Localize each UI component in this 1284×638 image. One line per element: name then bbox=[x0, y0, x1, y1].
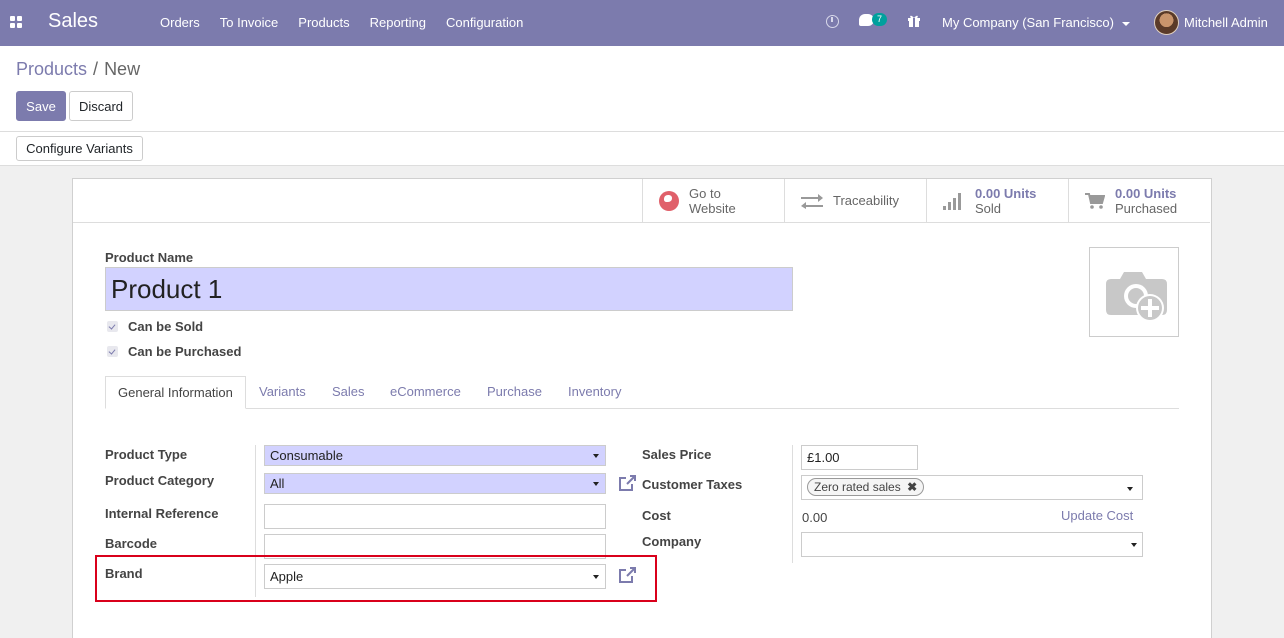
go-to-website-button[interactable]: Go to Website bbox=[642, 179, 784, 223]
activity-clock-icon[interactable] bbox=[826, 15, 839, 28]
caret-down-icon bbox=[1127, 487, 1133, 491]
signal-bars-icon bbox=[943, 192, 965, 210]
field-separator bbox=[792, 445, 793, 563]
product-image-upload[interactable] bbox=[1089, 247, 1179, 337]
company-switcher[interactable]: My Company (San Francisco) bbox=[942, 15, 1130, 30]
exchange-arrows-icon bbox=[801, 193, 823, 209]
tab-general-information[interactable]: General Information bbox=[105, 376, 246, 409]
tab-ecommerce[interactable]: eCommerce bbox=[390, 376, 461, 409]
can-be-sold-checkbox[interactable] bbox=[107, 321, 118, 332]
can-be-purchased-checkbox[interactable] bbox=[107, 346, 118, 357]
menu-to-invoice[interactable]: To Invoice bbox=[220, 15, 279, 30]
tab-inventory[interactable]: Inventory bbox=[568, 376, 621, 409]
globe-icon bbox=[659, 190, 679, 211]
update-cost-link[interactable]: Update Cost bbox=[1061, 508, 1133, 523]
purchased-label: 0.00 Units Purchased bbox=[1115, 186, 1177, 216]
caret-down-icon bbox=[593, 454, 599, 458]
website-line2: Website bbox=[689, 200, 736, 216]
remove-tag-icon[interactable]: ✖ bbox=[907, 480, 917, 494]
caret-down-icon bbox=[1131, 543, 1137, 547]
sales-price-label: Sales Price bbox=[642, 447, 712, 462]
notebook-tabs: General Information Variants Sales eComm… bbox=[105, 376, 1179, 409]
sold-value: 0.00 Units bbox=[975, 185, 1037, 201]
menu-orders[interactable]: Orders bbox=[160, 15, 200, 30]
caret-down-icon bbox=[593, 482, 599, 486]
user-name[interactable]: Mitchell Admin bbox=[1184, 15, 1268, 30]
company-select[interactable] bbox=[801, 532, 1143, 557]
can-be-purchased-label: Can be Purchased bbox=[128, 344, 242, 359]
breadcrumb-current: New bbox=[104, 59, 141, 79]
internal-reference-input[interactable] bbox=[264, 504, 606, 529]
camera-add-icon bbox=[1106, 272, 1167, 322]
top-navbar: Sales Orders To Invoice Products Reporti… bbox=[0, 0, 1284, 46]
sales-price-input[interactable]: £1.00 bbox=[801, 445, 918, 470]
company-name: My Company (San Francisco) bbox=[942, 15, 1114, 30]
breadcrumb-parent[interactable]: Products bbox=[16, 59, 87, 79]
smart-button-box: Go to Website Traceability 0.00 Units So… bbox=[642, 179, 1212, 223]
product-type-label: Product Type bbox=[105, 447, 188, 462]
sold-caption: Sold bbox=[975, 200, 1002, 216]
divider bbox=[0, 131, 1284, 132]
traceability-label: Traceability bbox=[833, 193, 899, 208]
configure-variants-button[interactable]: Configure Variants bbox=[16, 136, 143, 161]
product-category-label: Product Category bbox=[105, 473, 215, 488]
tax-tag: Zero rated sales ✖ bbox=[807, 478, 925, 496]
tab-variants[interactable]: Variants bbox=[259, 376, 306, 409]
discard-button[interactable]: Discard bbox=[69, 91, 133, 121]
menu-reporting[interactable]: Reporting bbox=[370, 15, 426, 30]
apps-menu-icon[interactable] bbox=[10, 16, 23, 29]
website-line1: Go to bbox=[689, 185, 721, 201]
messages-count-badge: 7 bbox=[872, 13, 887, 26]
product-category-value: All bbox=[270, 476, 285, 491]
product-category-select[interactable]: All bbox=[264, 473, 606, 494]
purchased-caption: Purchased bbox=[1115, 200, 1178, 216]
product-type-value: Consumable bbox=[270, 448, 343, 463]
external-link-icon[interactable] bbox=[619, 475, 636, 491]
app-name: Sales bbox=[48, 10, 99, 32]
save-button[interactable]: Save bbox=[16, 91, 66, 121]
divider bbox=[73, 222, 643, 223]
tax-tag-label: Zero rated sales bbox=[814, 480, 901, 494]
sold-button[interactable]: 0.00 Units Sold bbox=[926, 179, 1068, 223]
brand-highlight-box bbox=[95, 555, 657, 602]
purchased-value: 0.00 Units bbox=[1115, 185, 1177, 201]
product-name-label: Product Name bbox=[105, 250, 194, 265]
gift-icon[interactable] bbox=[907, 14, 921, 28]
shopping-cart-icon bbox=[1085, 192, 1105, 209]
internal-reference-label: Internal Reference bbox=[105, 506, 219, 521]
product-name-input[interactable]: Product 1 bbox=[105, 267, 793, 311]
sold-label: 0.00 Units Sold bbox=[975, 186, 1036, 216]
breadcrumb: Products / New bbox=[16, 59, 140, 80]
traceability-button[interactable]: Traceability bbox=[784, 179, 926, 223]
tab-purchase[interactable]: Purchase bbox=[487, 376, 542, 409]
chevron-down-icon bbox=[1121, 21, 1130, 26]
tab-sales[interactable]: Sales bbox=[332, 376, 365, 409]
cost-label: Cost bbox=[642, 508, 671, 523]
breadcrumb-separator: / bbox=[93, 59, 99, 79]
menu-configuration[interactable]: Configuration bbox=[446, 15, 523, 30]
customer-taxes-label: Customer Taxes bbox=[642, 477, 743, 492]
main-menu: Orders To Invoice Products Reporting Con… bbox=[160, 15, 543, 30]
menu-products[interactable]: Products bbox=[298, 15, 349, 30]
barcode-label: Barcode bbox=[105, 536, 158, 551]
website-button-label: Go to Website bbox=[689, 186, 736, 216]
cost-value: 0.00 bbox=[802, 510, 828, 525]
purchased-button[interactable]: 0.00 Units Purchased bbox=[1068, 179, 1210, 223]
can-be-sold-label: Can be Sold bbox=[128, 319, 204, 334]
product-type-select[interactable]: Consumable bbox=[264, 445, 606, 466]
company-label: Company bbox=[642, 534, 702, 549]
avatar[interactable] bbox=[1154, 10, 1179, 35]
